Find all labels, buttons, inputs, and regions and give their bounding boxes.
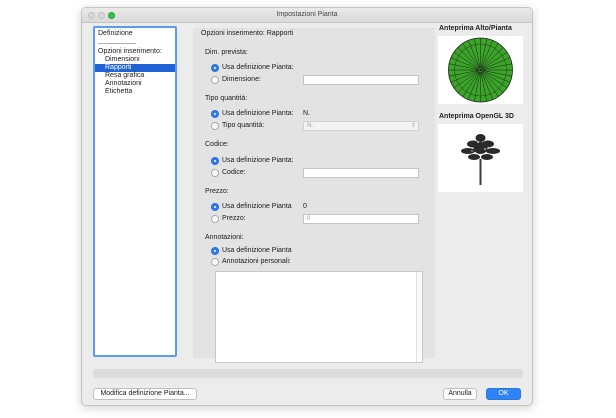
- custom-notes-textarea[interactable]: [215, 271, 423, 363]
- price-section-label: Prezzo:: [205, 188, 229, 195]
- sidebar-item-resa-grafica[interactable]: Resa grafica: [95, 72, 175, 80]
- price-default-radio-row[interactable]: Usa definizione Pianta: [211, 202, 292, 211]
- qty-custom-label: Tipo quantità:: [222, 122, 265, 129]
- code-default-radio-row[interactable]: Usa definizione Pianta:: [211, 156, 294, 165]
- settings-window: Impostazioni Pianta Definizione --------…: [81, 7, 533, 406]
- code-custom-radio[interactable]: [211, 168, 219, 177]
- price-custom-label: Prezzo:: [222, 215, 246, 222]
- dim-custom-radio-row[interactable]: Dimensione:: [211, 75, 261, 84]
- window-title: Impostazioni Pianta: [276, 11, 338, 18]
- code-input[interactable]: [303, 168, 419, 178]
- code-section-label: Codice:: [205, 141, 229, 148]
- top-preview-label: Anteprima Alto/Pianta: [439, 25, 512, 32]
- cancel-button[interactable]: Annulla: [443, 388, 477, 400]
- dim-section-label: Dim. prevista:: [205, 49, 248, 56]
- qty-type-select-value: N.: [307, 123, 313, 129]
- qty-section-label: Tipo quantità:: [205, 95, 248, 102]
- plant-3d-icon: [461, 134, 500, 185]
- notes-custom-radio[interactable]: [211, 257, 219, 266]
- price-input[interactable]: 0: [303, 214, 419, 224]
- options-panel: Opzioni inserimento: Rapporti Dim. previ…: [193, 28, 435, 363]
- qty-custom-radio-row[interactable]: Tipo quantità:: [211, 121, 264, 130]
- qty-default-label: Usa definizione Pianta:: [222, 110, 294, 117]
- sidebar-item-annotazioni[interactable]: Annotazioni: [95, 80, 175, 88]
- code-default-label: Usa definizione Pianta:: [222, 157, 294, 164]
- panel-title: Opzioni inserimento: Rapporti: [201, 30, 294, 37]
- title-bar: Impostazioni Pianta: [82, 8, 532, 23]
- price-custom-radio[interactable]: [211, 214, 219, 223]
- chevron-updown-icon: ⇕: [410, 123, 416, 129]
- textarea-scrollbar[interactable]: [416, 272, 422, 362]
- qty-type-select[interactable]: N. ⇕: [303, 121, 419, 131]
- notes-default-radio[interactable]: [211, 246, 219, 255]
- qty-custom-radio[interactable]: [211, 121, 219, 130]
- sidebar-item-rapporti[interactable]: Rapporti: [95, 64, 175, 72]
- dim-default-label: Usa definizione Pianta:: [222, 64, 294, 71]
- category-list[interactable]: Definizione ------------------- Opzioni …: [93, 26, 177, 357]
- qty-default-radio-row[interactable]: Usa definizione Pianta:: [211, 109, 294, 118]
- notes-custom-radio-row[interactable]: Annotazioni personali:: [211, 257, 291, 266]
- opengl-3d-preview: [438, 124, 523, 192]
- dim-custom-radio[interactable]: [211, 75, 219, 84]
- notes-custom-label: Annotazioni personali:: [222, 258, 291, 265]
- qty-default-value: N.: [303, 110, 310, 117]
- price-default-radio[interactable]: [211, 202, 219, 211]
- dim-custom-label: Dimensione:: [222, 76, 261, 83]
- sidebar-item-dimensioni[interactable]: Dimensioni: [95, 56, 175, 64]
- dimension-input[interactable]: [303, 75, 419, 85]
- status-bar: [93, 369, 523, 378]
- sidebar-separator: -------------------: [98, 41, 136, 47]
- sidebar-item-definizione[interactable]: Definizione: [98, 30, 133, 37]
- qty-default-radio[interactable]: [211, 109, 219, 118]
- price-default-label: Usa definizione Pianta: [222, 203, 292, 210]
- code-custom-label: Codice:: [222, 169, 246, 176]
- notes-default-radio-row[interactable]: Usa definizione Pianta: [211, 246, 292, 255]
- notes-section-label: Annotazioni:: [205, 234, 244, 241]
- code-default-radio[interactable]: [211, 156, 219, 165]
- price-default-value: 0: [303, 203, 307, 210]
- dim-default-radio-row[interactable]: Usa definizione Pianta:: [211, 63, 294, 72]
- dim-default-radio[interactable]: [211, 63, 219, 72]
- price-custom-radio-row[interactable]: Prezzo:: [211, 214, 246, 223]
- ok-button[interactable]: OK: [486, 388, 521, 400]
- edit-plant-definition-button[interactable]: Modifica definizione Pianta...: [93, 388, 197, 400]
- notes-default-label: Usa definizione Pianta: [222, 247, 292, 254]
- sidebar-group-label: Opzioni inserimento:: [98, 48, 162, 55]
- sidebar-item-etichetta[interactable]: Etichetta: [95, 88, 175, 96]
- code-custom-radio-row[interactable]: Codice:: [211, 168, 246, 177]
- top-plan-preview: [438, 36, 523, 104]
- opengl-preview-label: Anteprima OpenGL 3D: [439, 113, 514, 120]
- plant-plan-symbol-icon: [448, 37, 513, 103]
